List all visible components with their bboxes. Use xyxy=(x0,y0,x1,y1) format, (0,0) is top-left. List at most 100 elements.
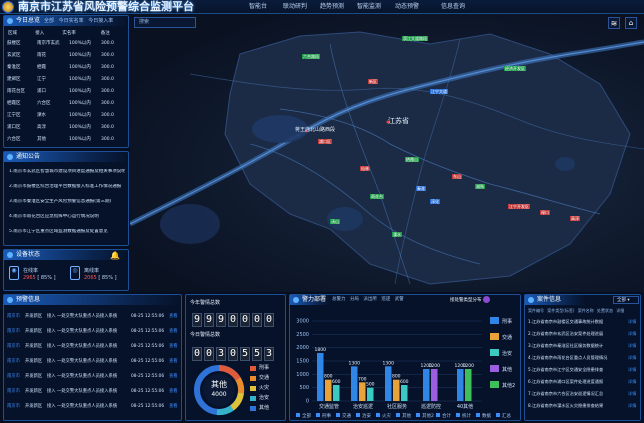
case-row[interactable]: 7.江苏省南京市六合区治安巡逻情况汇总 详情 xyxy=(528,390,640,398)
bottom-legend-label[interactable]: 其他2 xyxy=(422,412,434,419)
table-row[interactable]: 六合区 其他 100%以内 300.0 xyxy=(7,136,127,144)
table-row[interactable]: 建邺区 江宁 100%以内 300.0 xyxy=(7,76,127,84)
notice-item[interactable]: 4.南京市雨花台区应急指挥中心运行情况说明 xyxy=(9,214,125,220)
table-row[interactable]: 江宁区 溧水 100%以内 300.0 xyxy=(7,112,127,120)
case-filter-select[interactable]: 全部 ▾ xyxy=(613,296,639,304)
bottom-legend-label[interactable]: 统计 xyxy=(462,412,471,419)
bell-icon[interactable]: 🔔 xyxy=(110,251,120,260)
case-row[interactable]: 8.江苏省南京市溧水区火灾隐患排查结果 详情 xyxy=(528,402,640,410)
map-marker[interactable]: 仙林 xyxy=(360,166,370,171)
map-marker[interactable]: 江宁开发区 xyxy=(508,204,530,209)
bar[interactable] xyxy=(465,369,472,401)
map-marker[interactable]: 雨花台 xyxy=(370,194,384,199)
map-marker[interactable]: 湖熟 xyxy=(475,184,485,189)
nav-item-4[interactable]: 智能监测 xyxy=(352,1,386,12)
bottom-legend-label[interactable]: 数据 xyxy=(482,412,491,419)
bottom-legend-label[interactable]: 其他 xyxy=(402,412,411,419)
case-detail-link[interactable]: 详情 xyxy=(628,402,636,410)
table-row[interactable]: 浦口区 高淳 100%以内 300.0 xyxy=(7,124,127,132)
notice-item[interactable]: 2.南京市鼓楼区综合治理平台数据接入标准工作情况通报 xyxy=(9,184,125,190)
bottom-legend-label[interactable]: 治安 xyxy=(362,412,371,419)
case-detail-link[interactable]: 详情 xyxy=(628,354,636,362)
case-detail-link[interactable]: 详情 xyxy=(628,330,636,338)
alert-view-link[interactable]: 查看 xyxy=(169,358,178,366)
table-row[interactable]: 秦淮区 栖霞 100%以内 300.0 xyxy=(7,64,127,72)
map-marker[interactable]: 汤山 xyxy=(330,219,340,224)
bottom-legend-label[interactable]: 合计 xyxy=(442,412,451,419)
map-marker[interactable]: 栖霞山 xyxy=(405,157,419,162)
notice-item[interactable]: 5.南京市江宁区重点区域监测数据通报及处置意见 xyxy=(9,229,125,235)
map-marker[interactable]: 滨江大道路段 xyxy=(402,36,428,41)
case-detail-link[interactable]: 详情 xyxy=(628,378,636,386)
bar[interactable] xyxy=(351,366,358,401)
alert-view-link[interactable]: 查看 xyxy=(169,328,178,336)
table-row[interactable]: 鼓楼区 南京市玄武 100%以内 300.0 xyxy=(7,40,127,48)
map-marker[interactable]: 东山 xyxy=(452,174,462,179)
table-row[interactable]: 栖霞区 六合区 100%以内 300.0 xyxy=(7,100,127,108)
bar[interactable] xyxy=(457,369,464,401)
map-marker[interactable]: 秦淮 xyxy=(416,186,426,191)
tab[interactable]: 巡逻 xyxy=(381,297,390,302)
alert-row[interactable]: 南京市 开发新区 接入 一处交警大队重点人员接入系统 08-25 12:55:06 查看 xyxy=(7,358,181,366)
case-row[interactable]: 3.江苏省南京市秦淮区社区服务数据统计 详情 xyxy=(528,342,640,350)
tab[interactable]: 武警 xyxy=(395,297,404,302)
city-map[interactable]: 搜索 ≋ ⌂ 江苏省 蒋王庙北山路西段 滨江大道路段 六合路段 经济开发区 新区… xyxy=(130,14,644,292)
alert-view-link[interactable]: 查看 xyxy=(169,313,178,321)
nav-item-3[interactable]: 趋势预测 xyxy=(315,1,349,12)
alert-row[interactable]: 南京市 开发新区 接入 一处交警大队重点人员接入系统 08-25 12:55:06 查看 xyxy=(7,373,181,381)
alert-view-link[interactable]: 查看 xyxy=(169,373,178,381)
bottom-legend-label[interactable]: 汇总 xyxy=(502,412,511,419)
tab[interactable]: 总警力 xyxy=(332,297,346,302)
bar[interactable] xyxy=(325,379,332,401)
bar[interactable] xyxy=(317,353,324,401)
map-marker[interactable]: 淳化 xyxy=(430,199,440,204)
notice-item[interactable]: 1.南京市玄武区智慧城市建设项目进度通报及相关事项说明 xyxy=(9,169,125,175)
case-detail-link[interactable]: 详情 xyxy=(628,318,636,326)
bar[interactable] xyxy=(393,379,400,401)
case-detail-link[interactable]: 详情 xyxy=(628,366,636,374)
alert-row[interactable]: 南京市 开发新区 接入 一处交警大队重点人员接入系统 08-25 12:55:06 查看 xyxy=(7,313,181,321)
tab-access[interactable]: 今日接入率 xyxy=(88,18,113,24)
case-row[interactable]: 2.江苏省南京市玄武区治安案件处理进展 详情 xyxy=(528,330,640,338)
tab[interactable]: 派出所 xyxy=(363,297,377,302)
nav-item-1[interactable]: 智能台 xyxy=(241,1,275,12)
alert-row[interactable]: 南京市 开发新区 接入 一处交警大队重点人员接入系统 08-25 12:55:06 查看 xyxy=(7,388,181,396)
case-row[interactable]: 4.江苏省南京市雨花台区重点人员管理情况 详情 xyxy=(528,354,640,362)
map-marker[interactable]: 经济开发区 xyxy=(504,66,526,71)
map-marker[interactable]: 禄口 xyxy=(540,210,550,215)
bar[interactable] xyxy=(333,385,340,401)
layers-icon[interactable]: ≋ xyxy=(608,17,620,29)
bottom-legend-label[interactable]: 交通 xyxy=(342,412,351,419)
map-marker[interactable]: 六合路段 xyxy=(302,54,320,59)
bar[interactable] xyxy=(385,366,392,401)
map-marker[interactable]: 江宁大道 xyxy=(430,89,448,94)
alert-row[interactable]: 南京市 开发新区 接入 一处交警大队重点人员接入系统 08-25 12:55:06 查看 xyxy=(7,328,181,336)
case-row[interactable]: 6.江苏省南京市浦口区案件处理进度通报 详情 xyxy=(528,378,640,386)
map-marker[interactable]: 高淳 xyxy=(570,216,580,221)
bar[interactable] xyxy=(423,369,430,401)
nav-item-6[interactable]: 信息查询 xyxy=(436,1,470,12)
table-row[interactable]: 玄武区 雨花 100%以内 300.0 xyxy=(7,52,127,60)
nav-item-2[interactable]: 联动研判 xyxy=(278,1,312,12)
tab-all[interactable]: 全部 xyxy=(44,18,54,24)
bottom-legend-label[interactable]: 火灾 xyxy=(382,412,391,419)
bar[interactable] xyxy=(359,382,366,401)
bottom-legend-label[interactable]: 刑事 xyxy=(322,412,331,419)
alert-view-link[interactable]: 查看 xyxy=(169,388,178,396)
bottom-legend-label[interactable]: 全部 xyxy=(302,412,311,419)
map-search-input[interactable]: 搜索 xyxy=(134,17,196,28)
alert-view-link[interactable]: 查看 xyxy=(169,403,178,411)
alert-view-link[interactable]: 查看 xyxy=(169,343,178,351)
case-row[interactable]: 1.江苏省南京市鼓楼区交通事故统计数据 详情 xyxy=(528,318,640,326)
map-marker[interactable]: 溧水 xyxy=(392,232,402,237)
map-marker[interactable]: 新区 xyxy=(368,79,378,84)
notice-item[interactable]: 3.南京市秦淮区安全生产风险预警信息通报(第三期) xyxy=(9,199,125,205)
bar[interactable] xyxy=(431,369,438,401)
map-marker[interactable]: 浦口区 xyxy=(318,139,332,144)
alert-row[interactable]: 南京市 开发新区 接入 一处交警大队重点人员接入系统 08-25 12:55:06 查看 xyxy=(7,403,181,411)
bar[interactable] xyxy=(367,387,374,401)
nav-item-5[interactable]: 动态预警 xyxy=(390,1,424,12)
case-detail-link[interactable]: 详情 xyxy=(628,342,636,350)
alert-row[interactable]: 南京市 开发新区 接入 一处交警大队重点人员接入系统 08-25 12:55:06 查看 xyxy=(7,343,181,351)
case-row[interactable]: 5.江苏省南京市江宁区交通安全隐患排查 详情 xyxy=(528,366,640,374)
